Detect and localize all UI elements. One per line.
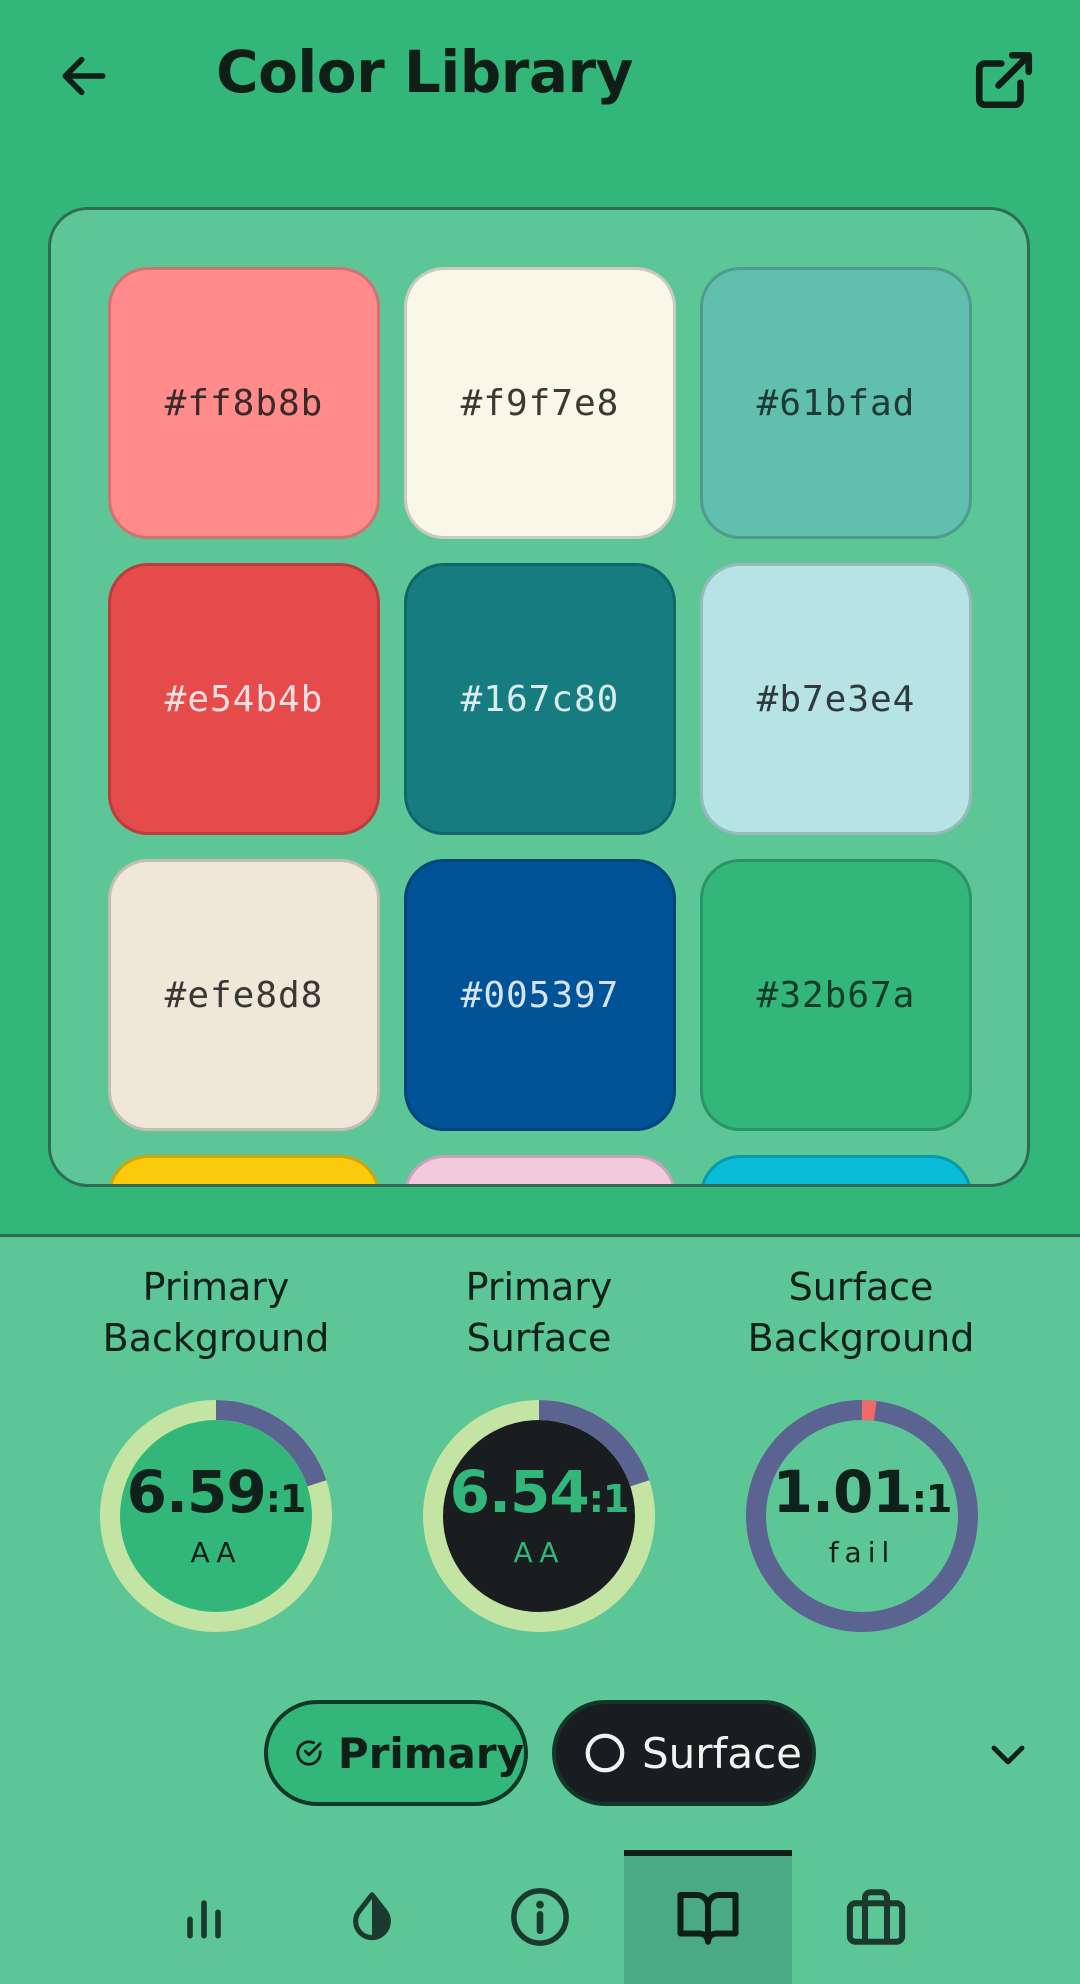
swatch-hex-label: #f9f7e8 [460, 382, 620, 424]
contrast-grade: fail [828, 1536, 896, 1569]
contrast-label-line: Primary [142, 1265, 290, 1309]
color-swatch[interactable] [108, 1155, 380, 1184]
swatch-hex-label: #167c80 [460, 678, 620, 720]
swatch-hex-label: #32b67a [756, 974, 916, 1016]
open-external-button[interactable] [968, 44, 1040, 116]
contrast-ratio: 1.01:1 [772, 1458, 953, 1526]
nav-item-info[interactable] [456, 1850, 624, 1984]
book-icon [677, 1891, 739, 1945]
contrast-label-line: Primary [465, 1265, 613, 1309]
check-circle-icon [296, 1740, 322, 1766]
color-swatch[interactable] [700, 1155, 972, 1184]
arrow-left-icon [62, 56, 106, 96]
swatch-hex-label: #005397 [460, 974, 620, 1016]
back-button[interactable] [52, 44, 116, 108]
bottom-navigation [0, 1850, 1080, 1984]
color-swatch[interactable]: #32b67a [700, 859, 972, 1131]
color-swatch[interactable]: #ff8b8b [108, 267, 380, 539]
surface-chip-label: Surface [642, 1728, 803, 1778]
page-title: Color Library [216, 38, 633, 106]
contrast-label-primary-background: Primary Background [66, 1262, 366, 1364]
swatch-hex-label: #e54b4b [164, 678, 324, 720]
top-app-bar: Color Library [0, 0, 1080, 150]
bar-chart-icon [187, 1900, 221, 1939]
swatch-grid: #ff8b8b #f9f7e8 #61bfad #e54b4b #167c80 … [48, 207, 1030, 1187]
color-swatch[interactable]: #b7e3e4 [700, 563, 972, 835]
contrast-label-surface-background: Surface Background [711, 1262, 1011, 1364]
contrast-ring-primary-background: 6.59:1 AA [100, 1400, 332, 1632]
nav-item-stats[interactable] [120, 1850, 288, 1984]
contrast-label-line: Surface [788, 1265, 934, 1309]
color-swatch[interactable]: #efe8d8 [108, 859, 380, 1131]
color-swatch[interactable]: #f9f7e8 [404, 267, 676, 539]
circle-outline-icon [585, 1733, 625, 1773]
contrast-ring-surface-background: 1.01:1 fail [746, 1400, 978, 1632]
contrast-label-primary-surface: Primary Surface [389, 1262, 689, 1364]
info-icon [511, 1888, 569, 1946]
primary-chip[interactable]: Primary [264, 1700, 528, 1806]
primary-chip-label: Primary [337, 1728, 524, 1778]
swatch-hex-label: #61bfad [756, 382, 916, 424]
color-swatch[interactable] [404, 1155, 676, 1184]
contrast-ratio: 6.54:1 [449, 1458, 630, 1526]
color-swatch[interactable]: #167c80 [404, 563, 676, 835]
expand-button[interactable] [980, 1728, 1036, 1784]
nav-item-contrast[interactable] [288, 1850, 456, 1984]
color-swatch[interactable]: #005397 [404, 859, 676, 1131]
surface-chip[interactable]: Surface [552, 1700, 816, 1806]
color-swatch[interactable]: #e54b4b [108, 563, 380, 835]
contrast-drop-icon [353, 1892, 391, 1941]
contrast-label-line: Surface [466, 1316, 612, 1360]
nav-item-portfolio[interactable] [792, 1850, 960, 1984]
color-swatch[interactable]: #61bfad [700, 267, 972, 539]
swatch-hex-label: #ff8b8b [164, 382, 324, 424]
swatch-hex-label: #efe8d8 [164, 974, 324, 1016]
contrast-label-line: Background [102, 1316, 330, 1360]
contrast-ring-primary-surface: 6.54:1 AA [423, 1400, 655, 1632]
chevron-down-icon [991, 1745, 1025, 1765]
open-external-icon [975, 51, 1033, 109]
contrast-ratio: 6.59:1 [126, 1458, 307, 1526]
contrast-grade: AA [513, 1536, 565, 1569]
nav-item-library[interactable] [624, 1850, 792, 1984]
briefcase-icon [846, 1889, 906, 1945]
contrast-grade: AA [190, 1536, 242, 1569]
swatch-hex-label: #b7e3e4 [756, 678, 916, 720]
contrast-label-line: Background [747, 1316, 975, 1360]
